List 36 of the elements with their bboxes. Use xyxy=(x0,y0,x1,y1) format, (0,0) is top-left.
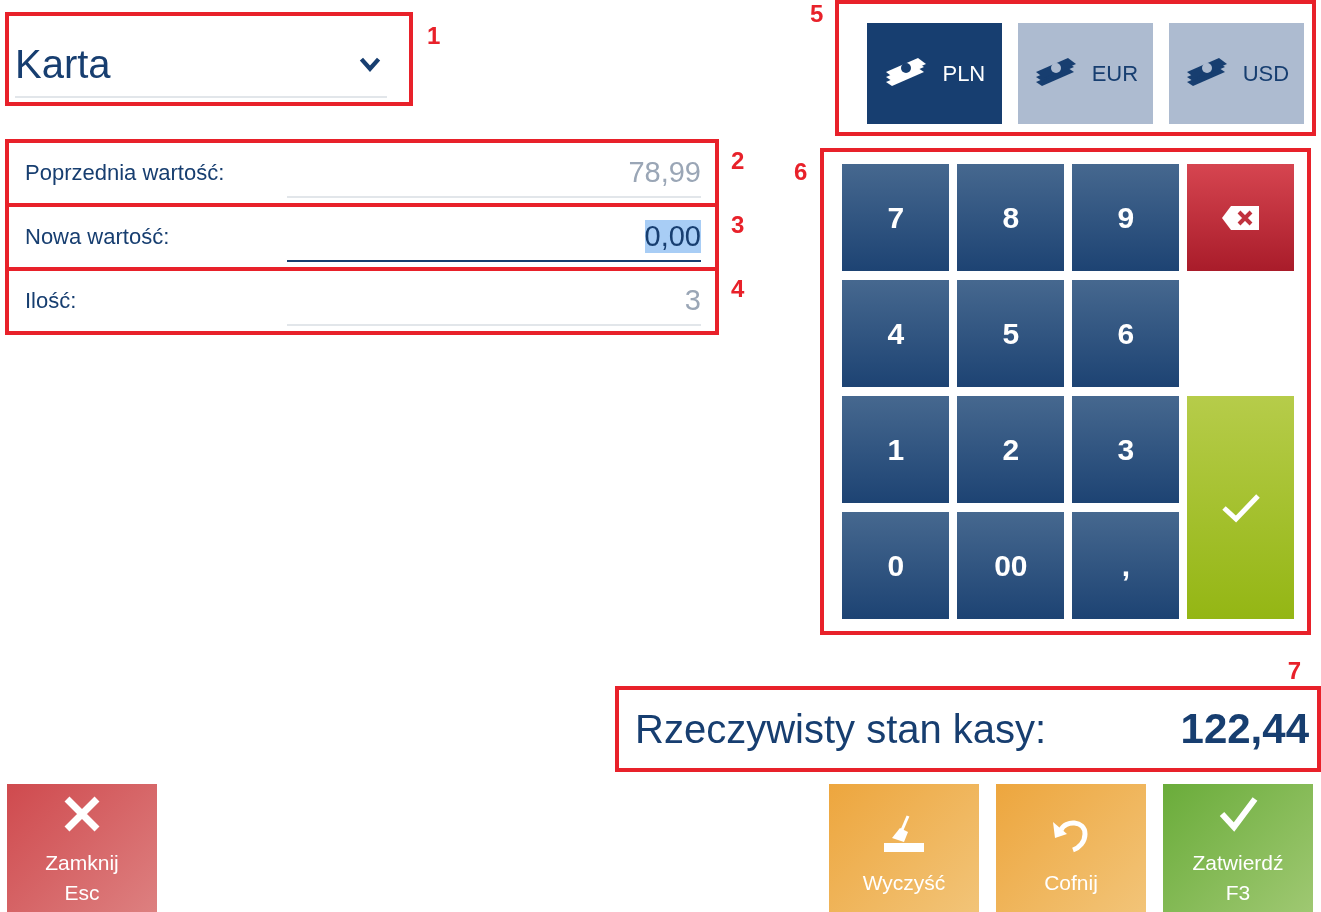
check-icon xyxy=(1220,492,1261,523)
field-label: Poprzednia wartość: xyxy=(25,160,226,186)
check-icon xyxy=(1218,794,1258,834)
backspace-icon xyxy=(1220,203,1261,232)
field-label: Nowa wartość: xyxy=(25,224,171,250)
keypad-key[interactable]: 2 xyxy=(957,396,1065,503)
keypad-key[interactable]: 00 xyxy=(957,512,1065,619)
keypad-key[interactable]: 1 xyxy=(842,396,950,503)
keypad-key[interactable]: 9 xyxy=(1072,164,1180,271)
field-label: Ilość: xyxy=(25,288,78,314)
currency-button[interactable]: EUR xyxy=(1018,23,1154,124)
callout-number: 4 xyxy=(731,275,745,303)
chevron-down-icon xyxy=(359,56,381,72)
currency-button[interactable]: PLN xyxy=(867,23,1003,124)
keypad-key[interactable]: 6 xyxy=(1072,280,1180,387)
close-icon xyxy=(62,794,102,834)
keypad-key[interactable]: 0 xyxy=(842,512,950,619)
keypad-key[interactable]: 4 xyxy=(842,280,950,387)
callout-number: 6 xyxy=(794,158,808,186)
cash-total-label: Rzeczywisty stan kasy: xyxy=(635,706,1047,752)
currency-button[interactable]: USD xyxy=(1169,23,1305,124)
keypad-key[interactable]: 7 xyxy=(842,164,950,271)
callout-number: 1 xyxy=(427,22,441,50)
keypad-key[interactable]: 3 xyxy=(1072,396,1180,503)
keypad-key[interactable]: , xyxy=(1072,512,1180,619)
keypad-key[interactable]: 8 xyxy=(957,164,1065,271)
payment-type-dropdown[interactable]: Karta xyxy=(15,32,387,98)
backspace-button[interactable] xyxy=(1187,164,1295,271)
input-field[interactable]: 0,00 xyxy=(287,212,701,262)
broom-icon xyxy=(882,814,926,854)
callout-number: 3 xyxy=(731,211,745,239)
cash-total-value: 122,44 xyxy=(1180,705,1309,753)
callout-number: 2 xyxy=(731,147,745,175)
callout-number: 5 xyxy=(810,0,824,28)
callout-number: 7 xyxy=(1287,656,1301,686)
keypad-key[interactable]: 5 xyxy=(957,280,1065,387)
